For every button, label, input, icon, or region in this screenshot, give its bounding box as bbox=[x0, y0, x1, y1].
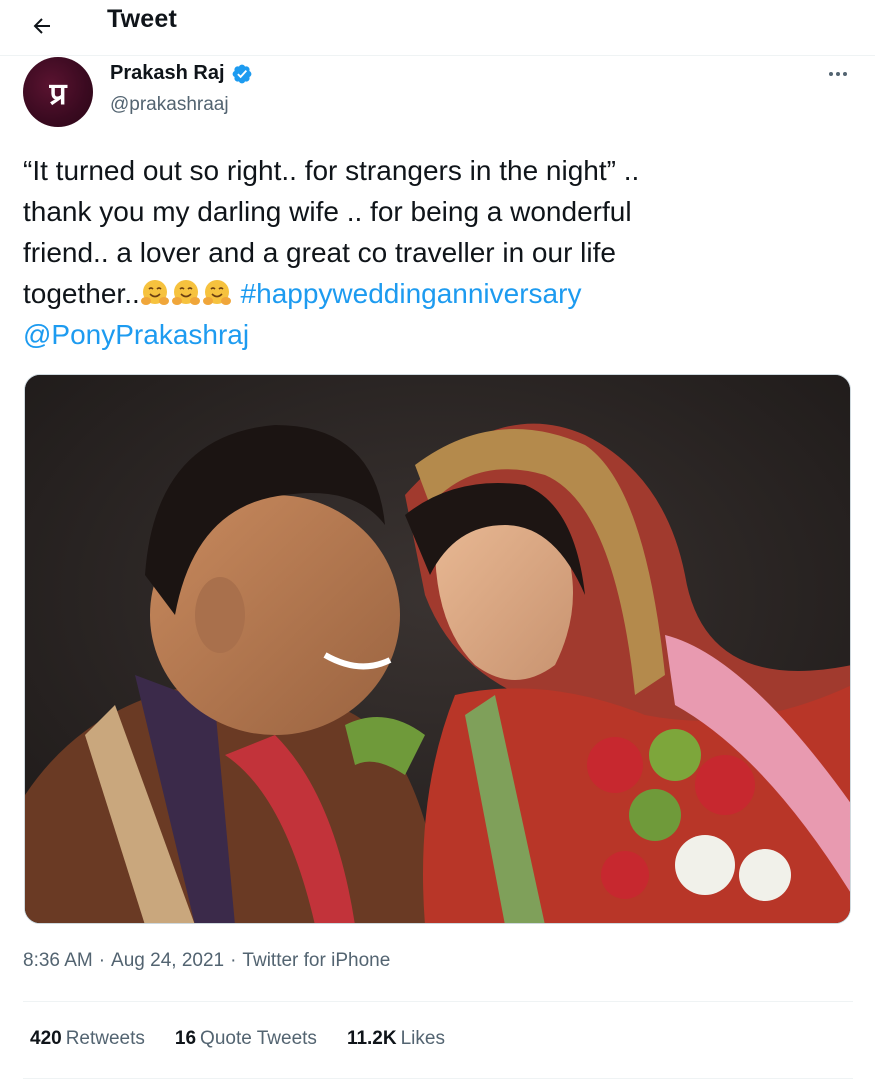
author-handle[interactable]: @prakashraaj bbox=[110, 94, 229, 116]
wedding-photo-image bbox=[25, 375, 850, 923]
mention-link[interactable]: @PonyPrakashraj bbox=[23, 314, 853, 355]
more-dots-icon bbox=[829, 72, 847, 76]
tweet-line: friend.. a lover and a great co travelle… bbox=[23, 237, 616, 268]
likes-stat[interactable]: 11.2K Likes bbox=[347, 1028, 445, 1050]
divider bbox=[23, 1078, 853, 1079]
tweet-source[interactable]: Twitter for iPhone bbox=[242, 950, 390, 971]
hugging-face-emoji bbox=[171, 280, 200, 305]
tweet-line: thank you my darling wife .. for being a… bbox=[23, 196, 632, 227]
emoji-group bbox=[140, 278, 233, 309]
hashtag-link[interactable]: #happyweddinganniversary bbox=[241, 278, 582, 309]
arrow-left-icon bbox=[33, 18, 50, 34]
tweet-line: “It turned out so right.. for strangers … bbox=[23, 155, 640, 186]
tweet-page: Tweet प्र Prakash Raj @prakashraaj “It t… bbox=[0, 0, 875, 1083]
avatar-monogram-text: प्र bbox=[48, 77, 67, 112]
hugging-face-emoji bbox=[140, 280, 169, 305]
quote-count: 16 bbox=[174, 1028, 197, 1049]
tweet-line-4: together.. #happyweddinganniversary bbox=[23, 273, 853, 314]
hugging-face-emoji bbox=[202, 280, 231, 305]
page-header: Tweet bbox=[0, 0, 875, 56]
divider bbox=[23, 1001, 853, 1002]
retweets-stat[interactable]: 420 Retweets bbox=[30, 1028, 145, 1050]
author-name-row[interactable]: Prakash Raj bbox=[110, 62, 253, 85]
retweets-count: 420 bbox=[30, 1028, 62, 1049]
avatar[interactable]: प्र bbox=[23, 57, 93, 127]
quote-label: Quote Tweets bbox=[200, 1028, 317, 1049]
likes-count: 11.2K bbox=[346, 1028, 397, 1049]
engagement-stats: 420 Retweets 16 Quote Tweets 11.2K Likes bbox=[30, 1028, 445, 1050]
tweet-photo[interactable] bbox=[24, 374, 851, 924]
author-name[interactable]: Prakash Raj bbox=[110, 62, 225, 85]
tweet-text: “It turned out so right.. for strangers … bbox=[23, 150, 853, 355]
retweets-label: Retweets bbox=[65, 1028, 145, 1049]
tweet-line-text: together.. bbox=[23, 278, 140, 309]
avatar-monogram: प्र bbox=[48, 77, 67, 112]
quote-tweets-stat[interactable]: 16 Quote Tweets bbox=[175, 1028, 317, 1050]
tweet-meta: 8:36 AM · Aug 24, 2021 · Twitter for iPhone bbox=[23, 950, 391, 971]
likes-label: Likes bbox=[400, 1028, 445, 1049]
more-options-button[interactable] bbox=[818, 58, 858, 90]
page-title: Tweet bbox=[107, 5, 177, 33]
back-button[interactable] bbox=[22, 6, 62, 46]
verified-badge-icon bbox=[232, 64, 251, 83]
tweet-date[interactable]: Aug 24, 2021 bbox=[111, 950, 224, 971]
tweet-time[interactable]: 8:36 AM bbox=[23, 950, 93, 971]
